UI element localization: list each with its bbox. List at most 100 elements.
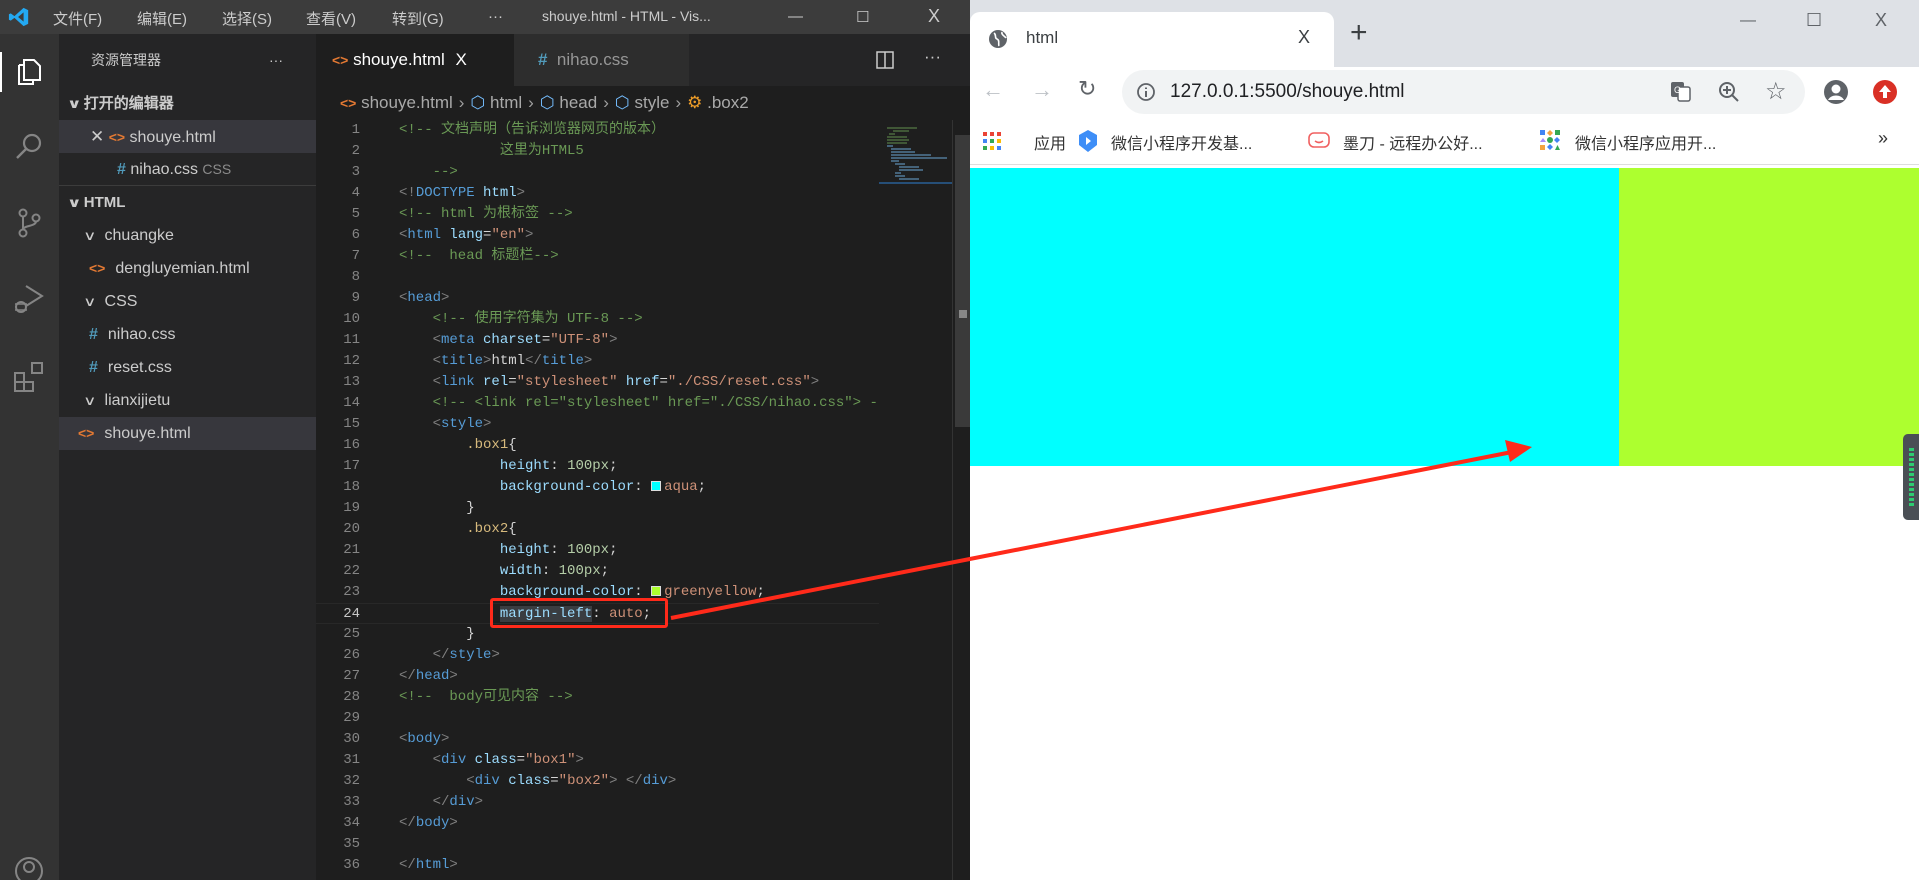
code-line[interactable]: 7 <!-- head 标题栏-->: [316, 246, 879, 267]
code-line[interactable]: 20 .box2{: [316, 519, 879, 540]
bookmark-modao[interactable]: 墨刀 - 远程办公好...: [1343, 130, 1483, 154]
update-icon[interactable]: [1872, 79, 1898, 105]
code-line[interactable]: 9 <head>: [316, 288, 879, 309]
breadcrumb-item[interactable]: style: [634, 93, 669, 112]
code-line[interactable]: 4 <!DOCTYPE html>: [316, 183, 879, 204]
apps-grid-icon[interactable]: [983, 132, 1001, 150]
open-editor-item[interactable]: ✕ <> shouye.html: [59, 120, 316, 153]
close-icon[interactable]: ✕: [90, 127, 104, 146]
code-line[interactable]: 5 <!-- html 为根标签 -->: [316, 204, 879, 225]
breadcrumb-item[interactable]: head: [559, 93, 597, 112]
info-icon[interactable]: [1136, 82, 1156, 102]
code-line[interactable]: 27 </head>: [316, 666, 879, 687]
code-line[interactable]: 30 <body>: [316, 729, 879, 750]
code-line[interactable]: 13 <link rel="stylesheet" href="./CSS/re…: [316, 372, 879, 393]
tree-item-html[interactable]: <> shouye.html: [59, 417, 316, 450]
code-line[interactable]: 18 background-color: aqua;: [316, 477, 879, 498]
code-line[interactable]: 12 <title>html</title>: [316, 351, 879, 372]
menu-go[interactable]: 转到(G): [392, 8, 444, 29]
menu-selection[interactable]: 选择(S): [222, 8, 272, 29]
code-line[interactable]: 29: [316, 708, 879, 729]
code-line[interactable]: 26 </style>: [316, 645, 879, 666]
browser-tab-close-icon[interactable]: X: [1298, 27, 1310, 48]
editor-more-button[interactable]: ···: [924, 47, 941, 67]
tree-item-css[interactable]: # nihao.css: [59, 318, 316, 351]
translate-icon[interactable]: G: [1670, 81, 1692, 103]
breadcrumb-item[interactable]: shouye.html: [361, 93, 453, 112]
menu-view[interactable]: 查看(V): [306, 8, 356, 29]
folder-header-html[interactable]: ∨ HTML: [59, 186, 316, 219]
reload-icon[interactable]: ↻: [1078, 76, 1096, 102]
extensions-icon[interactable]: [12, 360, 46, 394]
code-line[interactable]: 8: [316, 267, 879, 288]
code-line[interactable]: 35: [316, 834, 879, 855]
tab-shouye-html[interactable]: <> shouye.html X: [316, 34, 514, 86]
minimize-button[interactable]: —: [788, 8, 803, 25]
editor-scrollbar[interactable]: [952, 120, 970, 880]
code-line[interactable]: 33 </div>: [316, 792, 879, 813]
browser-tab[interactable]: html X: [970, 12, 1334, 67]
tree-item-html[interactable]: <> dengluyemian.html: [59, 252, 316, 285]
menu-file[interactable]: 文件(F): [53, 8, 102, 29]
tree-item-folder[interactable]: ∨ chuangke: [59, 219, 316, 252]
url-text[interactable]: 127.0.0.1:5500/shouye.html: [1170, 81, 1405, 103]
bookmark-wechat-app[interactable]: 微信小程序应用开...: [1575, 130, 1716, 154]
back-icon[interactable]: ←: [982, 77, 1004, 103]
minimap[interactable]: [879, 120, 952, 880]
explorer-icon[interactable]: [12, 54, 46, 88]
run-debug-icon[interactable]: [12, 282, 46, 316]
menu-edit[interactable]: 编辑(E): [137, 8, 187, 29]
profile-icon[interactable]: [1823, 79, 1849, 105]
tab-nihao-css[interactable]: # nihao.css: [514, 34, 689, 86]
split-editor-icon[interactable]: [876, 51, 894, 69]
side-widget-handle[interactable]: [1903, 434, 1919, 520]
explorer-more-button[interactable]: ···: [269, 44, 283, 77]
code-line[interactable]: 10 <!-- 使用字符集为 UTF-8 -->: [316, 309, 879, 330]
code-line[interactable]: 6 <html lang="en">: [316, 225, 879, 246]
bookmarks-more-button[interactable]: »: [1878, 128, 1888, 149]
open-editors-header[interactable]: ∨ 打开的编辑器: [59, 87, 316, 120]
search-icon[interactable]: [12, 130, 46, 164]
tree-item-css[interactable]: # reset.css: [59, 351, 316, 384]
close-button[interactable]: X: [928, 6, 940, 27]
code-line[interactable]: 11 <meta charset="UTF-8">: [316, 330, 879, 351]
tree-item-folder[interactable]: ∨ CSS: [59, 285, 316, 318]
code-line[interactable]: 3 -->: [316, 162, 879, 183]
address-bar[interactable]: 127.0.0.1:5500/shouye.html G ☆: [1122, 70, 1805, 114]
code-line[interactable]: 28 <!-- body可见内容 -->: [316, 687, 879, 708]
tree-item-folder[interactable]: ∨ lianxijietu: [59, 384, 316, 417]
code-line[interactable]: 32 <div class="box2"> </div>: [316, 771, 879, 792]
browser-minimize-button[interactable]: —: [1740, 12, 1756, 30]
code-editor[interactable]: 1 <!-- 文档声明（告诉浏览器网页的版本） 2 这里为HTML5 3 --> 4 <!…: [316, 120, 879, 880]
code-line[interactable]: 16 .box1{: [316, 435, 879, 456]
code-line[interactable]: 19 }: [316, 498, 879, 519]
breadcrumb-item[interactable]: .box2: [707, 93, 749, 112]
new-tab-button[interactable]: +: [1350, 18, 1368, 48]
code-line[interactable]: 1 <!-- 文档声明（告诉浏览器网页的版本）: [316, 120, 879, 141]
maximize-button[interactable]: ☐: [856, 8, 869, 26]
forward-icon[interactable]: →: [1031, 77, 1053, 103]
zoom-icon[interactable]: [1718, 81, 1740, 103]
code-line[interactable]: 36 </html>: [316, 855, 879, 876]
bookmark-wechat-dev[interactable]: 微信小程序开发基...: [1111, 130, 1252, 154]
open-editor-item[interactable]: # nihao.css CSS: [59, 153, 316, 186]
tab-close-icon[interactable]: X: [456, 50, 467, 69]
source-control-icon[interactable]: [12, 206, 46, 240]
code-line[interactable]: 21 height: 100px;: [316, 540, 879, 561]
breadcrumb-item[interactable]: html: [490, 93, 522, 112]
code-line[interactable]: 15 <style>: [316, 414, 879, 435]
code-line[interactable]: 2 这里为HTML5: [316, 141, 879, 162]
account-icon[interactable]: [12, 854, 46, 880]
code-line[interactable]: 22 width: 100px;: [316, 561, 879, 582]
line-number: 31: [343, 752, 360, 768]
bookmark-star-icon[interactable]: ☆: [1765, 77, 1787, 106]
code-line[interactable]: 34 </body>: [316, 813, 879, 834]
scrollbar-thumb[interactable]: [955, 135, 970, 427]
browser-maximize-button[interactable]: ☐: [1806, 10, 1822, 31]
code-line[interactable]: 31 <div class="box1">: [316, 750, 879, 771]
browser-close-button[interactable]: X: [1875, 10, 1887, 31]
code-line[interactable]: 17 height: 100px;: [316, 456, 879, 477]
menu-more[interactable]: ···: [488, 8, 503, 25]
code-line[interactable]: 14 <!-- <link rel="stylesheet" href="./C…: [316, 393, 879, 414]
bookmark-apps[interactable]: 应用: [1034, 130, 1066, 154]
